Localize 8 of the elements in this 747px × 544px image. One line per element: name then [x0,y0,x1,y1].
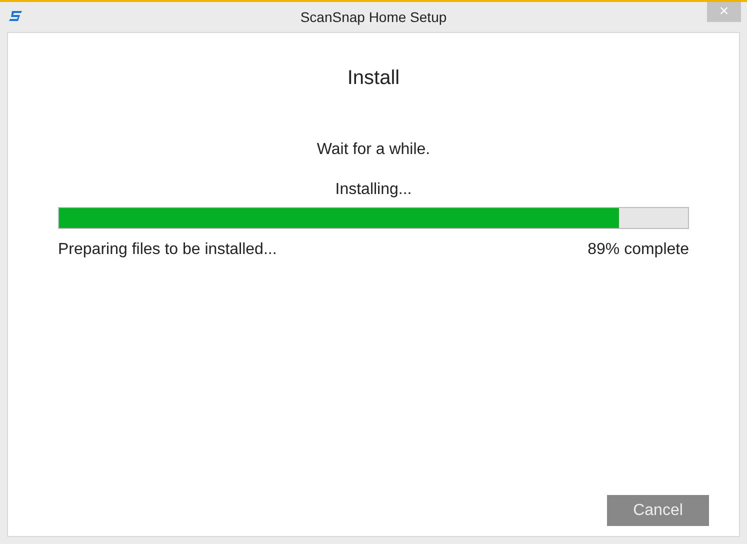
app-logo-icon [9,10,23,22]
close-button[interactable]: × [707,2,741,22]
progress-status: Preparing files to be installed... [58,240,277,260]
page-heading: Install [347,66,400,91]
progress-label: Installing... [335,180,412,200]
wait-message: Wait for a while. [316,140,430,160]
progress-reading: 89% complete [588,240,689,260]
window-title: ScanSnap Home Setup [300,8,447,27]
